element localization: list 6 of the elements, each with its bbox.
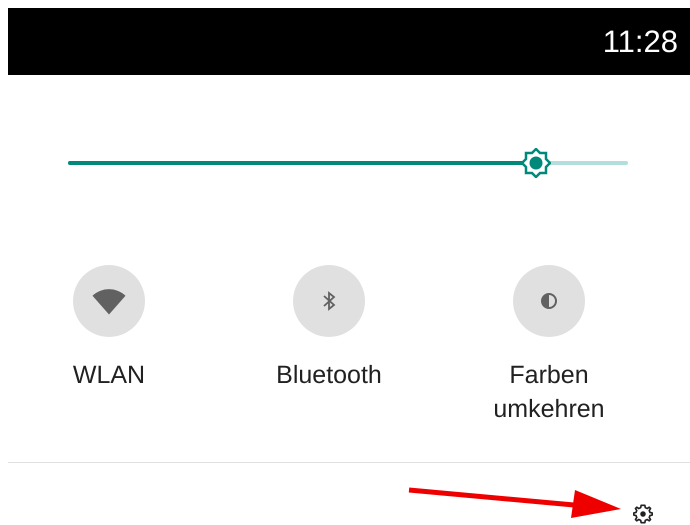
tile-label: Farben umkehren <box>492 360 606 426</box>
brightness-thumb-icon[interactable] <box>521 148 552 178</box>
clock-time: 11:28 <box>602 24 678 60</box>
tile-label: Bluetooth <box>275 360 383 392</box>
tile-label: WLAN <box>72 360 146 392</box>
settings-icon[interactable] <box>632 503 654 525</box>
